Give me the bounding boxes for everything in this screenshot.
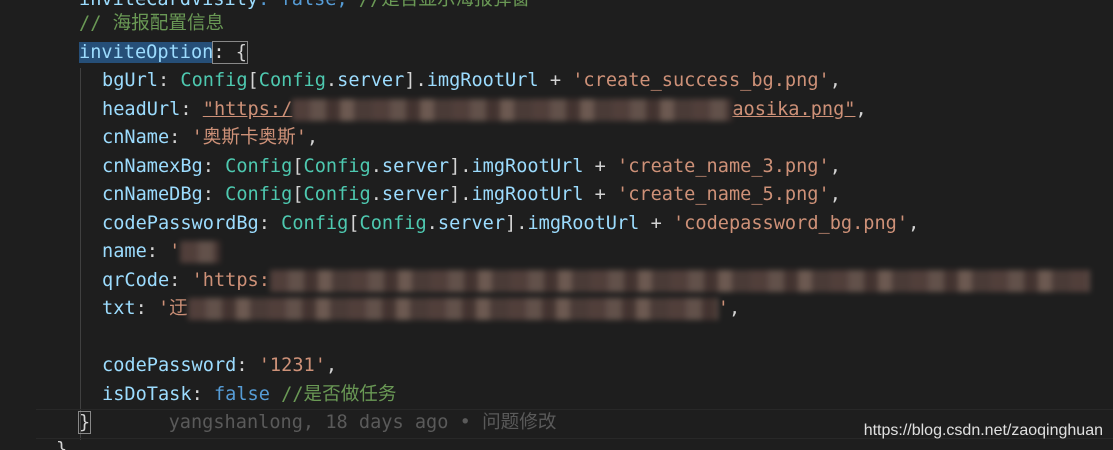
code-line: txt: '迂 ', xyxy=(102,297,741,320)
type-name: Config xyxy=(359,213,427,234)
url-string[interactable]: "https:/ xyxy=(203,99,293,120)
member-name: server xyxy=(437,213,506,234)
member-name: imgRootUrl xyxy=(426,70,539,91)
property-key: qrCode xyxy=(102,270,170,291)
code-line: cnName: '奥斯卡奥斯', xyxy=(102,127,319,148)
string-literal: 'create_name_3.png' xyxy=(617,156,830,177)
comment: //是否显示海报弹窗 xyxy=(359,0,530,10)
property-key: bgUrl xyxy=(102,70,158,91)
member-name: imgRootUrl xyxy=(471,184,584,205)
redacted-region xyxy=(180,240,221,263)
property-key: cnNameDBg xyxy=(102,184,203,205)
comment: // 海报配置信息 xyxy=(79,13,225,34)
property-key: isDoTask xyxy=(102,384,192,405)
property-key: codePassword xyxy=(102,355,237,376)
closing-brace: } xyxy=(77,411,92,434)
type-name: Config xyxy=(281,213,349,234)
code-line: bgUrl: Config[Config.server].imgRootUrl … xyxy=(102,70,841,91)
code-line: inviteOption: { xyxy=(79,39,248,67)
string-literal: 'create_success_bg.png' xyxy=(572,70,830,91)
string-literal: 'codepassword_bg.png' xyxy=(672,213,909,234)
property-key: inviteCardVisity xyxy=(79,0,258,10)
string-literal: 'https: xyxy=(191,270,270,291)
indent-guide xyxy=(80,68,81,440)
property-key: headUrl xyxy=(102,99,181,120)
blame-author: yangshanlong xyxy=(168,412,303,433)
type-name: Config xyxy=(303,156,371,177)
punctuation: : { xyxy=(212,41,248,64)
blame-time: 18 days ago xyxy=(325,412,449,433)
code-line: // 海报配置信息 xyxy=(79,10,224,38)
watermark-text: https://blog.csdn.net/zaoqinghuan xyxy=(863,422,1103,439)
property-key-selected: inviteOption xyxy=(79,42,214,63)
type-name: Config xyxy=(225,184,293,205)
member-name: imgRootUrl xyxy=(471,156,584,177)
boolean-literal: false xyxy=(213,384,270,405)
blame-separator: • xyxy=(459,412,471,433)
code-line: cnNamexBg: Config[Config.server].imgRoot… xyxy=(102,156,841,177)
code-line: }, xyxy=(56,436,78,450)
string-literal: 'create_name_5.png' xyxy=(617,184,830,205)
code-line: isDoTask: false //是否做任务 xyxy=(102,384,397,405)
punctuation: : false, xyxy=(258,0,359,10)
member-name: server xyxy=(381,156,450,177)
blame-message: 问题修改 xyxy=(482,412,557,433)
url-string[interactable]: aosika.png" xyxy=(732,99,855,120)
code-line: qrCode: 'https: xyxy=(102,267,1090,295)
redacted-region xyxy=(269,269,1090,292)
comment: //是否做任务 xyxy=(281,384,397,405)
redacted-region xyxy=(292,98,733,121)
property-key: codePasswordBg xyxy=(102,213,259,234)
code-line: headUrl: "https:/aosika.png", xyxy=(102,98,867,121)
member-name: server xyxy=(381,184,450,205)
code-line: cnNameDBg: Config[Config.server].imgRoot… xyxy=(102,184,841,205)
code-line: } yangshanlong, 18 days ago • 问题修改 xyxy=(77,411,557,434)
redacted-region xyxy=(187,297,718,320)
property-key: name xyxy=(102,241,147,262)
type-name: Config xyxy=(180,70,248,91)
type-name: Config xyxy=(258,70,326,91)
closing-brace: }, xyxy=(56,439,79,450)
type-name: Config xyxy=(303,184,371,205)
member-name: imgRootUrl xyxy=(527,213,640,234)
code-line: name: ' xyxy=(102,238,221,266)
code-line: codePassword: '1231', xyxy=(102,355,338,376)
property-key: txt xyxy=(102,298,136,319)
member-name: server xyxy=(337,70,405,91)
property-key: cnName xyxy=(102,127,170,148)
property-key: cnNamexBg xyxy=(102,156,203,177)
code-line: codePasswordBg: Config[Config.server].im… xyxy=(102,213,920,234)
string-literal: '迂 xyxy=(157,298,188,319)
string-literal: '奥斯卡奥斯' xyxy=(191,127,307,148)
type-name: Config xyxy=(225,156,293,177)
code-editor[interactable]: inviteCardVisity: false, //是否显示海报弹窗 // 海… xyxy=(0,0,1113,450)
string-literal: '1231' xyxy=(258,355,326,376)
